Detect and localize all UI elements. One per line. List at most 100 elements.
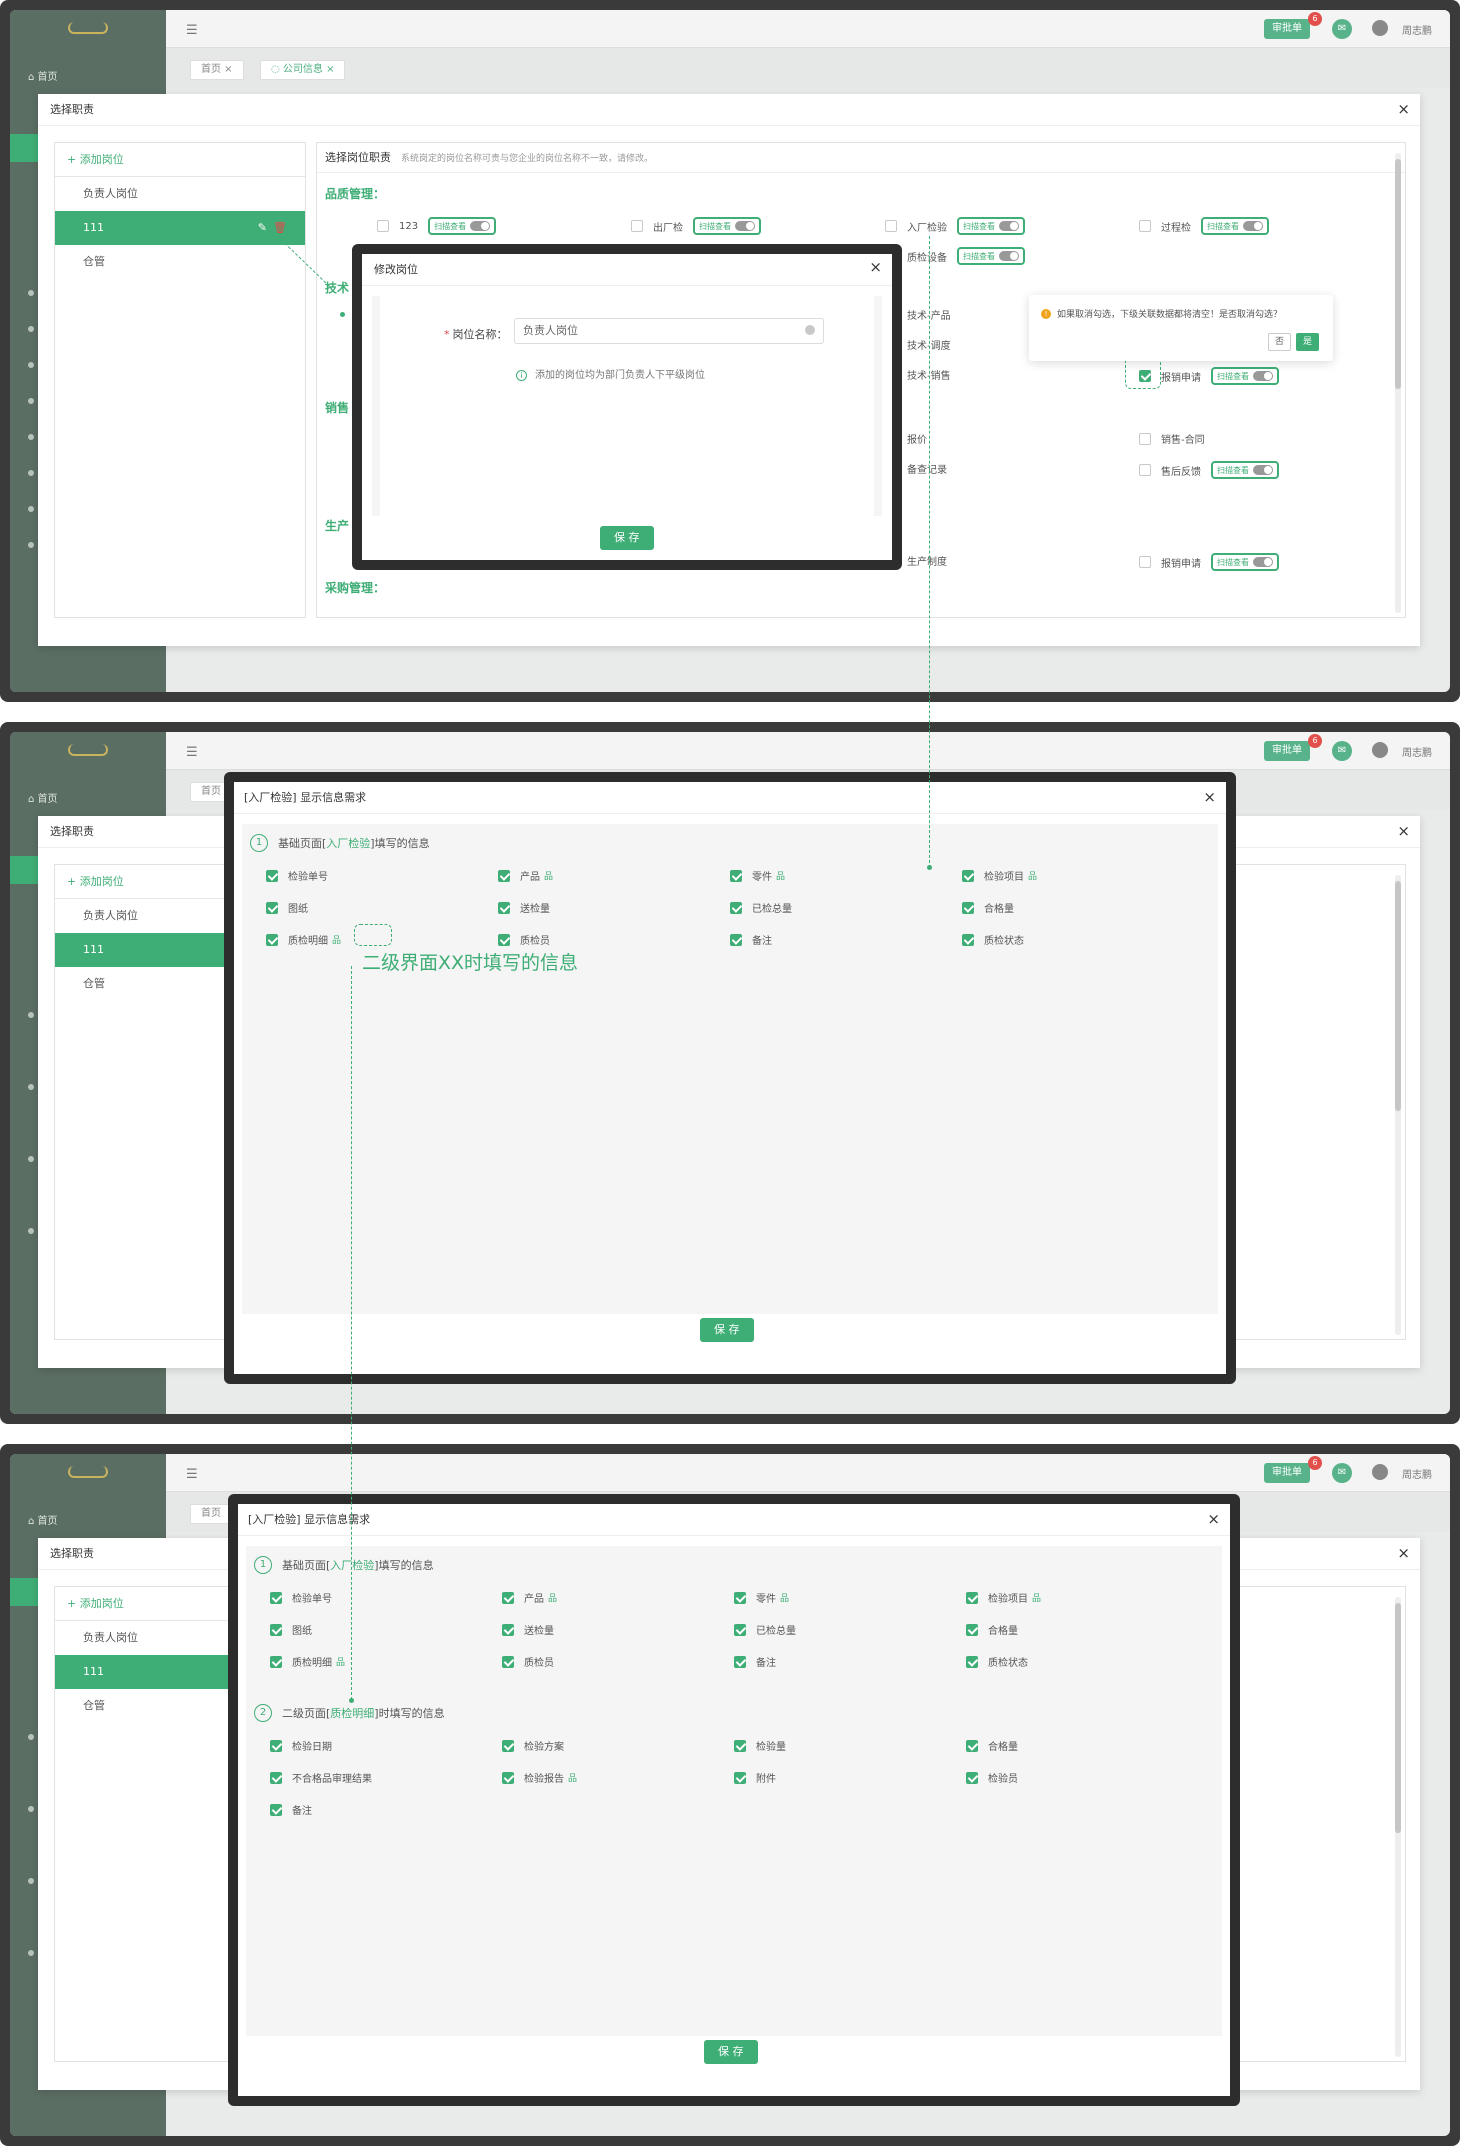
option-process[interactable]: 过程检 扫描查看 [1139,217,1269,235]
option-report-2[interactable]: 报销申请 扫描查看 [1139,553,1279,571]
checkbox-checked[interactable] [734,1655,746,1668]
save-button[interactable]: 保 存 [704,2040,758,2064]
user-name[interactable]: 周志鹏 [1402,744,1432,759]
avatar[interactable] [1372,1464,1388,1480]
position-name-input[interactable]: 负责人岗位 [514,318,824,344]
position-item[interactable]: 负责人岗位 [55,177,305,211]
field-option[interactable]: 零件品 [730,868,785,883]
close-icon[interactable]: × [1203,788,1216,806]
close-icon[interactable]: × [869,258,882,276]
checkbox-checked[interactable] [734,1591,746,1604]
menu-fold-icon[interactable]: ☰ [186,1467,198,1482]
scrollbar-thumb[interactable] [1395,881,1401,1111]
scan-toggle[interactable]: 扫描查看 [957,217,1025,235]
sidebar-dot-icon[interactable] [28,326,34,332]
field-option[interactable]: 合格量 [962,900,1014,915]
checkbox-checked[interactable] [502,1655,514,1668]
field-option[interactable]: 检验项目品 [966,1590,1041,1605]
field-option[interactable]: 检验单号 [270,1590,332,1605]
field-option[interactable]: 检验报告品 [502,1770,577,1785]
position-item-selected[interactable]: 111 ✎ 🗑 [55,211,305,245]
option-123[interactable]: 123 扫描查看 [377,217,497,235]
mail-icon[interactable]: ✉ [1332,1463,1352,1483]
sub-page-icon[interactable]: 品 [1032,1591,1041,1604]
field-option[interactable]: 检验员 [966,1770,1018,1785]
checkbox[interactable] [1139,432,1151,445]
checkbox-checked[interactable] [962,901,974,914]
option-sales-contract[interactable]: 销售-合同 [1139,431,1205,446]
sidebar-dot-icon[interactable] [28,398,34,404]
close-icon[interactable]: × [1397,822,1410,840]
scan-toggle[interactable]: 扫描查看 [957,247,1025,265]
close-icon[interactable]: × [1207,1510,1220,1528]
field-option[interactable]: 检验日期 [270,1738,332,1753]
field-option[interactable]: 检验单号 [266,868,328,883]
field-option[interactable]: 已检总量 [734,1622,796,1637]
checkbox-checked[interactable] [734,1739,746,1752]
checkbox-checked[interactable] [966,1591,978,1604]
sidebar-dot-icon[interactable] [28,1950,34,1956]
checkbox-checked[interactable] [962,933,974,946]
checkbox[interactable] [377,220,389,232]
field-option[interactable]: 产品品 [498,868,553,883]
checkbox-checked[interactable] [962,869,974,882]
sidebar-dot-icon[interactable] [28,1878,34,1884]
sidebar-dot-icon[interactable] [28,1084,34,1090]
sidebar-item-home[interactable]: ⌂ 首页 [28,68,58,83]
position-item[interactable]: 仓管 [55,245,305,279]
checkbox[interactable] [1139,556,1151,568]
sub-page-icon[interactable]: 品 [336,1655,345,1668]
option-qc-equip[interactable]: 质检设备 扫描查看 [885,247,1025,265]
field-option[interactable]: 质检员 [498,932,550,947]
checkbox-checked[interactable] [270,1623,282,1636]
checkbox-checked[interactable] [966,1771,978,1784]
checkbox-checked[interactable] [730,933,742,946]
scan-toggle[interactable]: 扫描查看 [693,217,761,235]
scrollbar-thumb[interactable] [1395,1603,1401,1833]
field-option[interactable]: 备注 [730,932,772,947]
checkbox[interactable] [1139,220,1151,232]
sidebar-dot-icon[interactable] [28,506,34,512]
user-name[interactable]: 周志鹏 [1402,22,1432,37]
checkbox-checked[interactable] [734,1771,746,1784]
field-option[interactable]: 图纸 [270,1622,312,1637]
scrollbar[interactable] [1395,875,1401,1335]
field-option[interactable]: 备注 [734,1654,776,1669]
menu-fold-icon[interactable]: ☰ [186,23,198,38]
checkbox-checked[interactable] [502,1739,514,1752]
add-position-button[interactable]: + 添加岗位 [55,143,305,177]
option-aftersale[interactable]: 售后反馈 扫描查看 [1139,461,1279,479]
save-button[interactable]: 保 存 [700,1318,754,1342]
approve-button[interactable]: 审批单 [1264,1463,1310,1483]
field-option[interactable]: 零件品 [734,1590,789,1605]
field-option[interactable]: 质检状态 [966,1654,1028,1669]
tab-home[interactable]: 首页 × [190,60,244,80]
field-option[interactable]: 图纸 [266,900,308,915]
field-option[interactable]: 质检状态 [962,932,1024,947]
field-option[interactable]: 备注 [270,1802,312,1817]
approve-button[interactable]: 审批单 [1264,741,1310,761]
checkbox-checked[interactable] [266,901,278,914]
mail-icon[interactable]: ✉ [1332,19,1352,39]
field-option[interactable]: 不合格品审理结果 [270,1770,372,1785]
mail-icon[interactable]: ✉ [1332,741,1352,761]
popconfirm-no-button[interactable]: 否 [1267,333,1291,351]
save-button[interactable]: 保 存 [600,526,654,550]
scan-toggle[interactable]: 扫描查看 [1211,367,1279,385]
sidebar-dot-icon[interactable] [28,1156,34,1162]
field-option[interactable]: 检验方案 [502,1738,564,1753]
sub-page-icon[interactable]: 品 [544,869,553,882]
avatar[interactable] [1372,20,1388,36]
tab-company[interactable]: ◌ 公司信息 × [260,60,346,80]
sidebar-dot-icon[interactable] [28,290,34,296]
checkbox[interactable] [1139,464,1151,476]
sub-page-icon[interactable]: 品 [776,869,785,882]
field-option[interactable]: 送检量 [502,1622,554,1637]
scan-toggle[interactable]: 扫描查看 [1201,217,1269,235]
checkbox-checked[interactable] [266,933,278,946]
sidebar-dot-icon[interactable] [28,434,34,440]
sidebar-dot-icon[interactable] [28,1228,34,1234]
scrollbar[interactable] [1395,153,1401,613]
option-outbound[interactable]: 出厂检 扫描查看 [631,217,761,235]
checkbox-checked[interactable] [270,1591,282,1604]
